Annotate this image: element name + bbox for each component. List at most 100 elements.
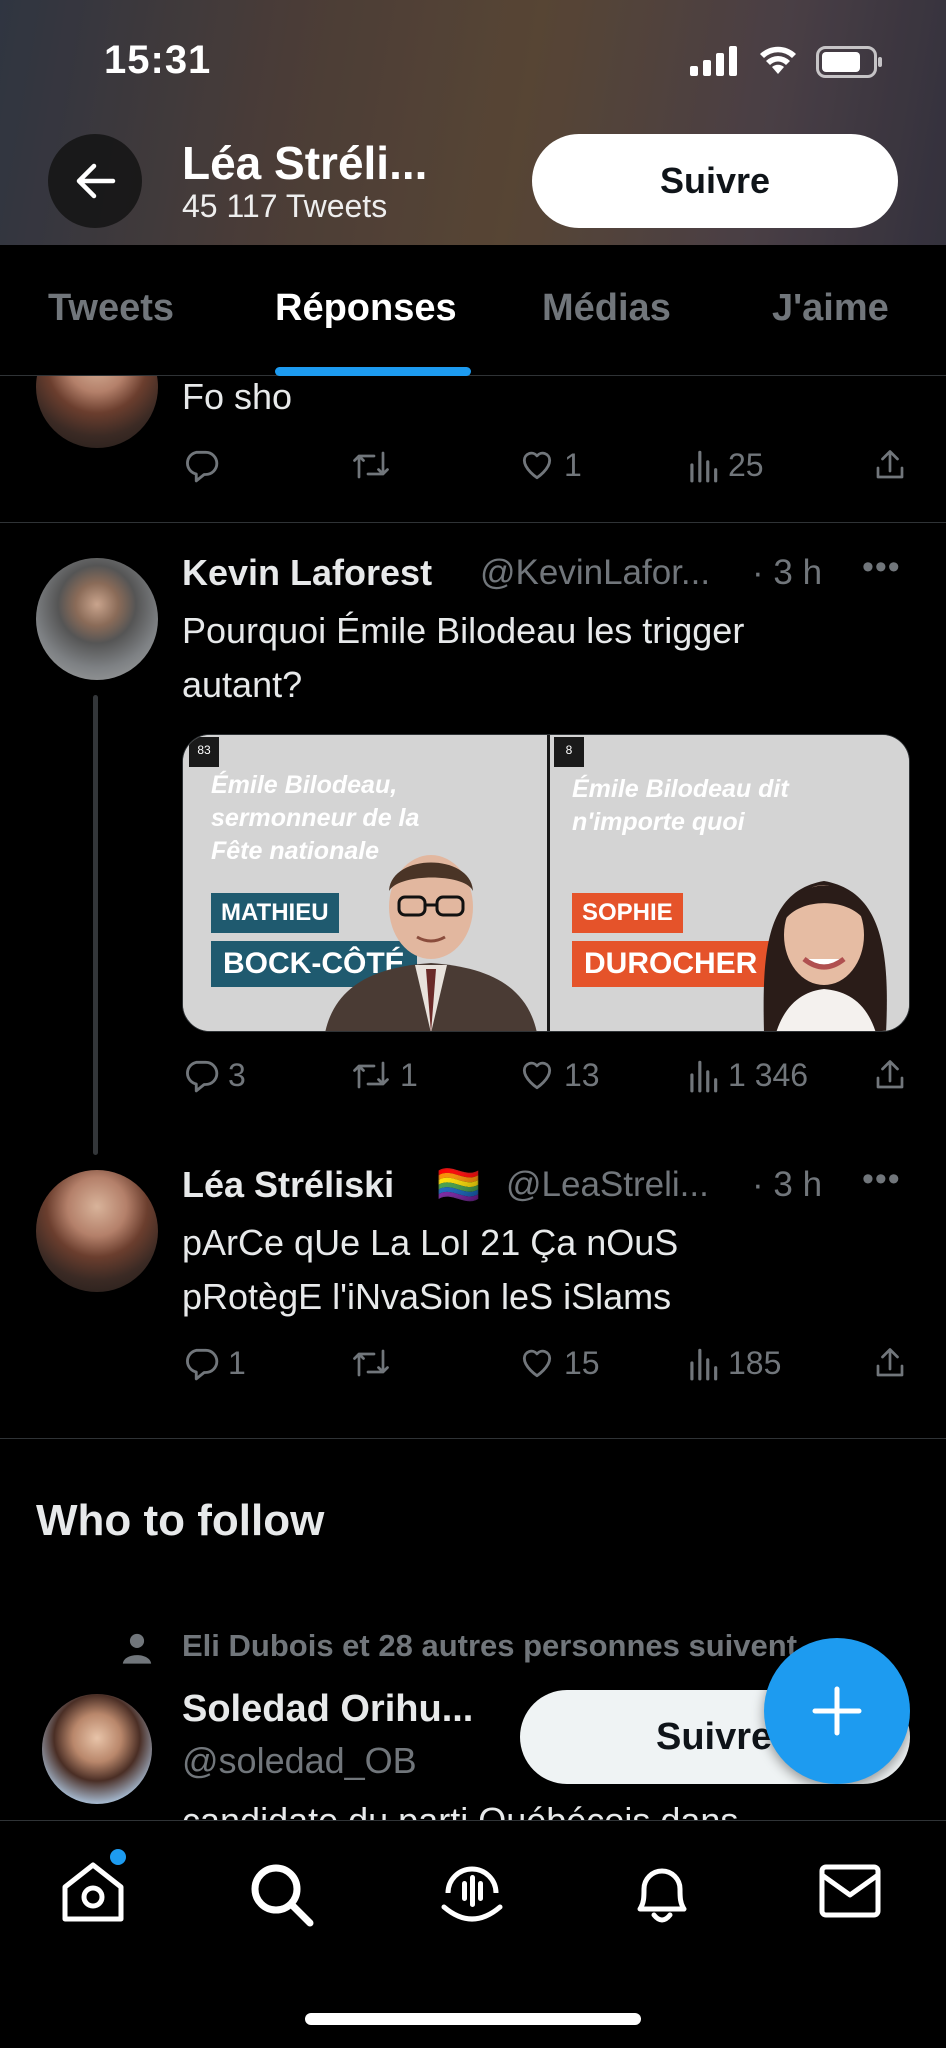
retweet-icon [353,1061,389,1089]
more-options-icon[interactable]: ••• [862,1160,901,1199]
more-options-icon[interactable]: ••• [862,548,901,587]
tweet-text-line1: Pourquoi Émile Bilodeau les trigger [182,610,745,651]
tab-tweets[interactable]: Tweets [48,287,174,330]
views-button[interactable]: 1 346 [686,1056,808,1094]
who-to-follow-title: Who to follow [36,1496,325,1545]
media-quote-line: Émile Bilodeau dit [572,775,789,803]
like-count: 15 [564,1344,600,1381]
views-icon [690,1348,718,1381]
status-bar: 15:31 [0,0,946,120]
heart-icon [522,451,552,480]
views-button[interactable]: 25 [686,446,764,484]
reply-icon [186,450,219,483]
reply-button[interactable] [182,446,220,484]
share-button[interactable] [872,1056,908,1094]
retweet-button[interactable]: 1 [350,1056,418,1094]
share-button[interactable] [872,446,908,484]
tab-media[interactable]: Médias [542,287,671,330]
bottom-navigation [0,1820,946,2048]
view-count: 185 [728,1344,782,1381]
share-button[interactable] [872,1344,908,1382]
tab-replies[interactable]: Réponses [275,287,457,330]
compose-tweet-button[interactable] [764,1638,910,1784]
profile-name: Léa Stréli... [182,137,428,189]
rainbow-flag-icon: 🏳️‍🌈 [436,1164,481,1205]
like-button[interactable]: 15 [518,1344,600,1382]
tweet-text: Fo sho [182,376,293,417]
media-quote-line: Émile Bilodeau, [211,771,398,799]
divider [0,1438,946,1439]
notifications-bell-icon[interactable] [630,1861,694,1927]
avatar[interactable] [42,1694,152,1804]
spaces-icon[interactable] [440,1861,504,1927]
social-context: Eli Dubois et 28 autres personnes suiven… [182,1628,798,1663]
suggestion-handle[interactable]: @soledad_OB [182,1740,417,1782]
reply-count: 3 [228,1056,246,1093]
divider [0,522,946,523]
retweet-icon [353,1349,389,1377]
media-tag: SOPHIE [572,893,683,933]
arrow-left-icon [76,163,116,199]
tweet-time: · 3 h [752,1165,823,1204]
active-tab-indicator [275,367,471,376]
follow-button[interactable]: Suivre [532,134,898,228]
home-indicator-bar [305,2013,641,2025]
portrait-man-image [325,855,537,1031]
media-quote-line: n'importe quoi [572,808,745,836]
unread-indicator [110,1849,126,1865]
views-button[interactable]: 185 [686,1344,781,1382]
retweet-button[interactable] [350,1344,392,1382]
tweet-author[interactable]: Kevin Laforest [182,552,432,594]
media-badge: 83 [189,737,219,767]
suggestion-name[interactable]: Soledad Orihu... [182,1688,473,1731]
media-quote-line: sermonneur de la [211,804,420,832]
person-icon [122,1633,152,1664]
battery-icon [816,46,882,78]
search-icon[interactable] [248,1861,314,1927]
like-count: 13 [564,1056,600,1093]
plus-icon [812,1686,862,1736]
retweet-button[interactable] [350,446,392,484]
home-icon[interactable] [60,1861,126,1923]
tweet-text-line1: pArCe qUe La LoI 21 Ça nOuS [182,1222,679,1263]
media-badge: 8 [554,737,584,767]
back-button[interactable] [48,134,142,228]
reply-button[interactable]: 1 [182,1344,246,1382]
views-icon [690,1060,718,1093]
heart-icon [522,1349,552,1378]
reply-count: 1 [228,1344,246,1381]
tweet-actions: 3 1 13 1 346 [182,1056,912,1106]
media-image-left[interactable]: 83 Émile Bilodeau, sermonneur de la Fête… [183,735,547,1031]
tweet-text-line2: pRotègE l'iNvaSion leS iSlams [182,1276,672,1317]
view-count: 1 346 [728,1056,809,1093]
retweet-count: 1 [400,1056,418,1093]
cellular-signal-icon [690,46,737,76]
share-icon [876,1348,904,1377]
profile-header: 15:31 Léa Stréli... 45 117 Tweets Suivre [0,0,946,245]
like-button[interactable]: 1 [518,446,582,484]
tab-likes[interactable]: J'aime [772,287,889,330]
retweet-icon [353,451,389,479]
tweet-actions: 1 15 185 [182,1344,912,1394]
media-image-right[interactable]: 8 Émile Bilodeau dit n'importe quoi SOPH… [550,735,909,1031]
media-grid[interactable]: 83 Émile Bilodeau, sermonneur de la Fête… [182,734,910,1032]
share-icon [876,1060,904,1089]
portrait-woman-image [763,881,887,1031]
messages-envelope-icon[interactable] [818,1861,882,1921]
tweet-text-line2: autant? [182,664,303,705]
avatar[interactable] [36,1170,158,1292]
like-button[interactable]: 13 [518,1056,600,1094]
avatar[interactable] [36,558,158,680]
view-count: 25 [728,446,764,483]
tweet-handle[interactable]: @KevinLafor... [480,553,710,593]
reply-button[interactable]: 3 [182,1056,246,1094]
thread-line [93,695,98,1155]
tweet-author[interactable]: Léa Stréliski [182,1164,394,1206]
like-count: 1 [564,446,582,483]
heart-icon [522,1061,552,1090]
share-icon [876,450,904,479]
views-icon [690,450,718,483]
profile-tabs: Tweets Réponses Médias J'aime [0,245,946,376]
tweet-handle[interactable]: @LeaStreli... [506,1165,709,1205]
reply-icon [186,1348,219,1381]
